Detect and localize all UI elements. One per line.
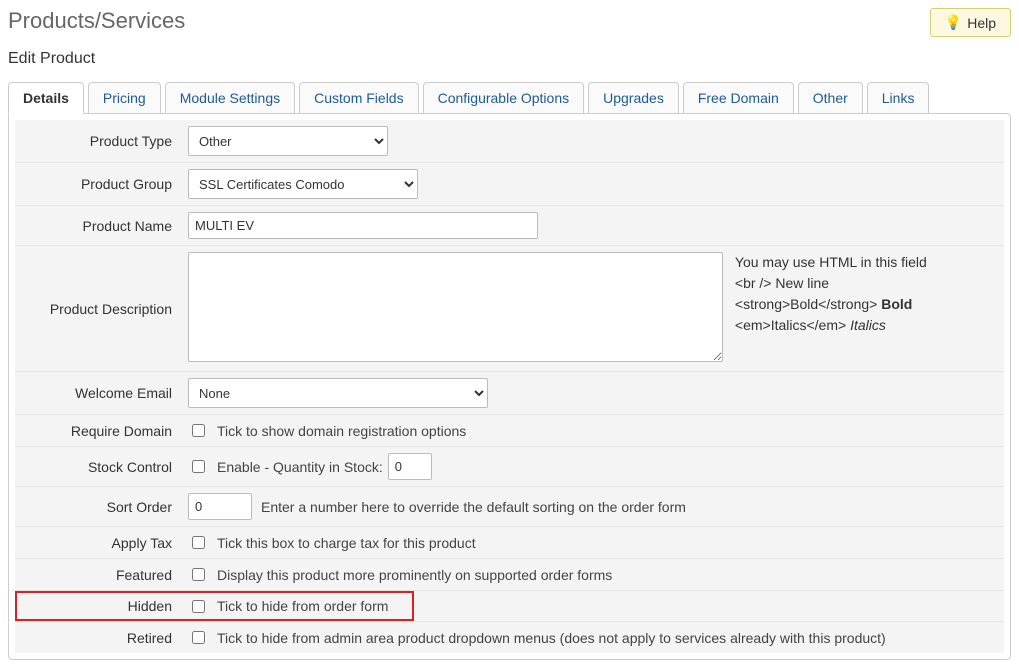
- tab-free-domain[interactable]: Free Domain: [683, 82, 794, 114]
- tab-module-settings[interactable]: Module Settings: [165, 82, 295, 114]
- product-name-input[interactable]: [188, 212, 538, 239]
- help-button-label: Help: [967, 15, 996, 31]
- desc-help-br-text: New line: [771, 275, 829, 291]
- desc-help-intro: You may use HTML in this field: [735, 252, 927, 273]
- apply-tax-label: Apply Tax: [15, 527, 180, 559]
- stock-control-hint: Enable - Quantity in Stock:: [217, 459, 383, 475]
- welcome-email-label: Welcome Email: [15, 372, 180, 415]
- featured-hint: Display this product more prominently on…: [217, 567, 612, 583]
- help-button[interactable]: 💡 Help: [930, 8, 1011, 37]
- lightbulb-icon: 💡: [945, 14, 962, 31]
- tab-details[interactable]: Details: [8, 82, 84, 114]
- apply-tax-hint: Tick this box to charge tax for this pro…: [217, 535, 476, 551]
- details-panel: Product Type Other Product Group SSL Cer…: [8, 113, 1011, 660]
- product-description-label: Product Description: [15, 246, 180, 372]
- stock-control-label: Stock Control: [15, 447, 180, 487]
- require-domain-hint: Tick to show domain registration options: [217, 423, 466, 439]
- require-domain-label: Require Domain: [15, 415, 180, 447]
- subheading: Edit Product: [8, 50, 1011, 68]
- tab-bar: Details Pricing Module Settings Custom F…: [8, 82, 1011, 114]
- desc-help-em-text: Italics: [850, 317, 886, 333]
- featured-label: Featured: [15, 559, 180, 591]
- featured-checkbox[interactable]: [192, 568, 205, 581]
- retired-checkbox[interactable]: [192, 631, 205, 644]
- sort-order-hint: Enter a number here to override the defa…: [261, 499, 686, 515]
- product-description-textarea[interactable]: [188, 252, 723, 362]
- hidden-checkbox[interactable]: [192, 600, 205, 613]
- apply-tax-checkbox[interactable]: [192, 536, 205, 549]
- tab-configurable-options[interactable]: Configurable Options: [423, 82, 585, 114]
- product-group-label: Product Group: [15, 163, 180, 206]
- stock-control-checkbox[interactable]: [192, 460, 205, 473]
- hidden-label: Hidden: [128, 598, 172, 614]
- retired-label: Retired: [15, 622, 180, 654]
- stock-qty-input[interactable]: [388, 453, 432, 480]
- product-group-select[interactable]: SSL Certificates Comodo: [188, 169, 418, 199]
- tab-pricing[interactable]: Pricing: [88, 82, 161, 114]
- tab-custom-fields[interactable]: Custom Fields: [299, 82, 418, 114]
- sort-order-input[interactable]: [188, 493, 252, 520]
- description-help: You may use HTML in this field <br /> Ne…: [735, 252, 927, 336]
- retired-hint: Tick to hide from admin area product dro…: [217, 630, 886, 646]
- page-title: Products/Services: [8, 8, 185, 34]
- sort-order-label: Sort Order: [15, 487, 180, 527]
- require-domain-checkbox[interactable]: [192, 424, 205, 437]
- desc-help-strong-code: <strong>Bold</strong>: [735, 296, 877, 312]
- product-type-select[interactable]: Other: [188, 126, 388, 156]
- hidden-hint: Tick to hide from order form: [217, 598, 388, 614]
- desc-help-br-code: <br />: [735, 275, 772, 291]
- product-type-label: Product Type: [15, 120, 180, 163]
- tab-other[interactable]: Other: [798, 82, 863, 114]
- tab-links[interactable]: Links: [867, 82, 930, 114]
- tab-upgrades[interactable]: Upgrades: [588, 82, 679, 114]
- product-name-label: Product Name: [15, 206, 180, 246]
- desc-help-em-code: <em>Italics</em>: [735, 317, 846, 333]
- welcome-email-select[interactable]: None: [188, 378, 488, 408]
- desc-help-strong-text: Bold: [881, 296, 912, 312]
